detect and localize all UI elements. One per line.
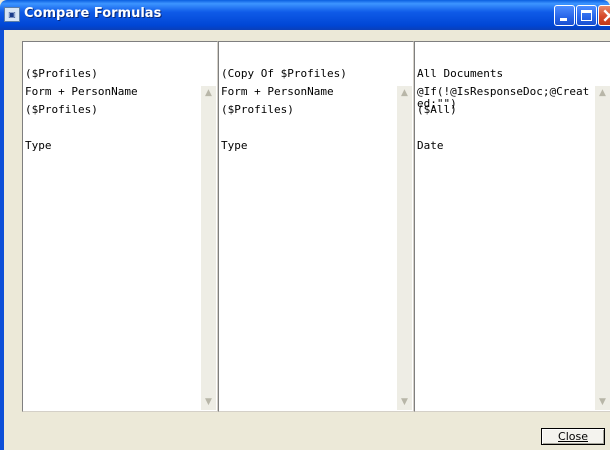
scroll-down-icon[interactable]: ▼ xyxy=(397,395,412,410)
view-name: ($Profiles) xyxy=(25,67,98,80)
view-name: (Copy Of $Profiles) xyxy=(221,67,347,80)
minimize-button[interactable] xyxy=(554,5,575,26)
vertical-scrollbar[interactable]: ▲ ▼ xyxy=(595,86,610,410)
formula-panel-2: (Copy Of $Profiles) ($Profiles) Type For… xyxy=(218,41,414,412)
formula-text[interactable]: Form + PersonName xyxy=(221,86,397,409)
scroll-up-icon[interactable]: ▲ xyxy=(201,86,216,101)
vertical-scrollbar[interactable]: ▲ ▼ xyxy=(201,86,216,410)
formula-text[interactable]: @If(!@IsResponseDoc;@Created;"") xyxy=(417,86,595,409)
compare-formulas-window: ▣ Compare Formulas ($Profiles) ($Profile… xyxy=(0,0,610,450)
scroll-up-icon[interactable]: ▲ xyxy=(397,86,412,101)
close-window-button[interactable] xyxy=(598,3,610,27)
scroll-down-icon[interactable]: ▼ xyxy=(201,395,216,410)
close-button[interactable]: Close xyxy=(541,428,605,445)
vertical-scrollbar[interactable]: ▲ ▼ xyxy=(397,86,412,410)
window-frame xyxy=(0,30,4,450)
window-title: Compare Formulas xyxy=(24,6,162,21)
app-icon: ▣ xyxy=(4,7,20,22)
title-bar[interactable]: ▣ Compare Formulas xyxy=(0,0,610,30)
formula-panel-3: All Documents ($All) Date @If(!@IsRespon… xyxy=(414,41,610,412)
formula-text[interactable]: Form + PersonName xyxy=(25,86,201,409)
view-name: All Documents xyxy=(417,67,504,80)
formula-panel-1: ($Profiles) ($Profiles) Type Form + Pers… xyxy=(22,41,218,412)
maximize-button[interactable] xyxy=(576,5,597,26)
close-button-label: Close xyxy=(558,430,588,443)
scroll-down-icon[interactable]: ▼ xyxy=(595,395,610,410)
scroll-up-icon[interactable]: ▲ xyxy=(595,86,610,101)
